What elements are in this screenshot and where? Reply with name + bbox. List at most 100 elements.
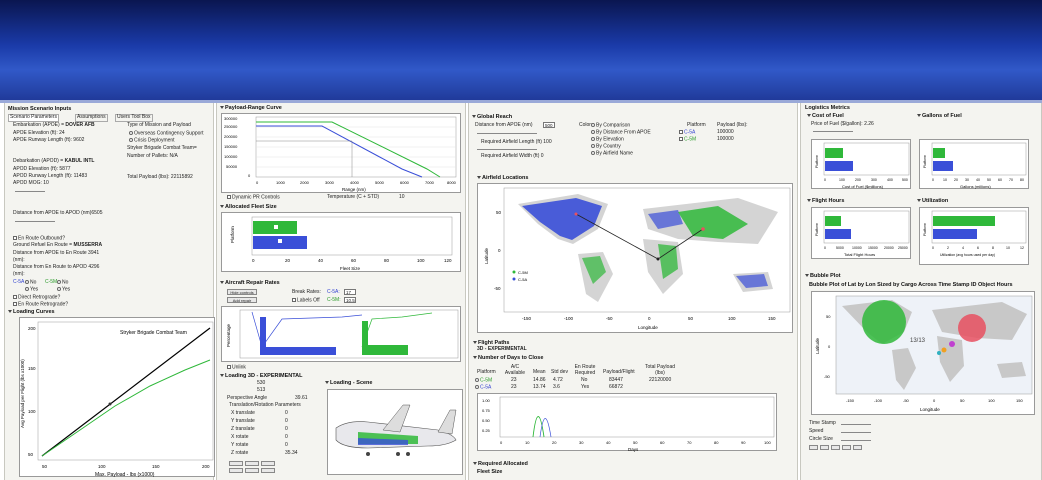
days-disclosure-icon[interactable] xyxy=(473,356,477,359)
embark-value[interactable]: DOVER AFB xyxy=(65,122,94,128)
unlink-label: Unlink xyxy=(232,364,246,371)
break-c5a-input[interactable]: 17 xyxy=(344,289,356,295)
play-button-5[interactable] xyxy=(853,445,862,450)
tab-toolbox[interactable]: Users Tool Box xyxy=(115,114,153,122)
cost-disclosure-icon[interactable] xyxy=(807,114,811,117)
dist-apoe-input[interactable]: 500 xyxy=(543,122,555,128)
enroute-marker xyxy=(656,257,660,261)
req-alloc-disclosure-icon[interactable] xyxy=(473,462,477,465)
bubble-chart[interactable]: 13/13 -150 -100 -50 0 50 100 150 Longitu… xyxy=(811,291,1035,415)
play-button-3[interactable] xyxy=(831,445,840,450)
util-disclosure-icon[interactable] xyxy=(917,199,921,202)
dist-apoe-slider[interactable] xyxy=(477,133,537,134)
time-stamp-slider[interactable] xyxy=(841,424,871,425)
param-x-translate-value[interactable]: 0 xyxy=(285,410,288,417)
pr-xtick-4: 4000 xyxy=(350,180,360,185)
labels-off[interactable]: Labels Off xyxy=(292,298,320,304)
repair-bar-3 xyxy=(362,321,368,355)
gallons-disclosure-icon[interactable] xyxy=(917,114,921,117)
color-opt-0[interactable]: By Comparison xyxy=(591,123,630,129)
color-opt-1[interactable]: By Distance From APOE xyxy=(591,130,651,136)
tab-scenario[interactable]: Scenario Parameters xyxy=(8,114,59,122)
pr-disclosure-icon[interactable] xyxy=(220,106,224,109)
enret-check[interactable]: En Route Retrograde? xyxy=(13,302,68,308)
color-opt-2[interactable]: By Elevation xyxy=(591,137,624,143)
refuel-value[interactable]: MUSSERRA xyxy=(73,242,102,248)
view-button-4[interactable] xyxy=(229,468,243,473)
param-z-translate-value[interactable]: 0 xyxy=(285,426,288,433)
airfield-disclosure-icon[interactable] xyxy=(477,176,481,179)
bubble-disclosure-icon[interactable] xyxy=(805,274,809,277)
direct-check[interactable]: Direct Retrograde? xyxy=(13,295,60,301)
scene-disclosure-icon[interactable] xyxy=(325,381,329,384)
c5m-no[interactable]: No xyxy=(57,280,68,286)
color-opt-3[interactable]: By Country xyxy=(591,144,621,150)
c5a-no[interactable]: No xyxy=(25,280,36,286)
color-opt-4[interactable]: By Airfield Name xyxy=(591,151,633,157)
view-button-1[interactable] xyxy=(229,461,243,466)
view-button-6[interactable] xyxy=(261,468,275,473)
scene-viewport[interactable] xyxy=(327,389,463,475)
plat2-row[interactable]: C-5M xyxy=(679,137,696,143)
bubble-ytick-2: -50 xyxy=(824,374,831,379)
hours-disclosure-icon[interactable] xyxy=(807,199,811,202)
view-button-3[interactable] xyxy=(261,461,275,466)
bubble-xlabel: Longitude xyxy=(920,407,940,412)
speed-slider[interactable] xyxy=(841,432,871,433)
view-button-2[interactable] xyxy=(245,461,259,466)
opt-crisis[interactable]: Crisis Deployment xyxy=(129,138,175,144)
play-button-2[interactable] xyxy=(820,445,829,450)
price-slider[interactable] xyxy=(813,131,853,132)
days-title: Number of Days to Close xyxy=(473,355,543,361)
dyn-controls[interactable]: Dynamic PR Controls xyxy=(227,195,280,201)
break-label: Break Rates: xyxy=(292,289,321,295)
req-length-slider[interactable] xyxy=(477,149,537,150)
cost-title-text: Cost of Fuel xyxy=(812,113,844,119)
param-z-rotate-value[interactable]: 35.34 xyxy=(285,450,298,457)
days-chart: 1.00 0.75 0.50 0.25 0 10 20 30 40 50 60 … xyxy=(477,393,777,452)
bubble-ytick-1: 0 xyxy=(828,344,831,349)
row-c5a-platform[interactable]: C-5A xyxy=(475,385,491,391)
d2-row: Distance from En Route to APOD 4296 xyxy=(13,264,99,271)
hours-xtick-1: 5000 xyxy=(836,246,844,250)
param-z-rotate-label: Z rotate xyxy=(231,450,249,456)
flight-disclosure-icon[interactable] xyxy=(473,341,477,344)
enroute-check[interactable]: En Route Outbound? xyxy=(13,236,65,242)
row-c5m-platform[interactable]: C-5M xyxy=(475,378,492,384)
param-y-rotate-value[interactable]: 0 xyxy=(285,442,288,449)
param-x-rotate-value[interactable]: 0 xyxy=(285,434,288,441)
fleet-disclosure-icon[interactable] xyxy=(220,205,224,208)
hours-xtick-3: 15000 xyxy=(868,246,878,250)
gallons-title: Gallons of Fuel xyxy=(917,113,962,119)
view-button-5[interactable] xyxy=(245,468,259,473)
temp-value[interactable]: 10 xyxy=(399,194,405,201)
c5m-yes[interactable]: Yes xyxy=(57,287,70,293)
param-y-rotate: Y rotate xyxy=(231,442,248,449)
tab-assumptions[interactable]: Assumptions xyxy=(75,114,108,122)
opt-overseas[interactable]: Overseas Contingency Support xyxy=(129,131,203,137)
mog-slider[interactable] xyxy=(15,191,45,192)
fleet-xtick-2: 40 xyxy=(318,258,324,263)
hide-controls-button[interactable]: Hide controls xyxy=(227,289,257,295)
play-button-1[interactable] xyxy=(809,445,818,450)
add-repair-button[interactable]: Add repair xyxy=(227,297,257,303)
airfield-map[interactable]: C-5M C-5A -150 -100 -50 0 50 100 150 Lon… xyxy=(477,183,793,333)
plat1-row[interactable]: C-5A xyxy=(679,130,695,136)
platform-header: Platform xyxy=(687,122,706,128)
plat1-value[interactable]: 100000 xyxy=(717,129,734,136)
distance-slider[interactable] xyxy=(15,221,55,222)
break-c5m-input[interactable]: 10.5 xyxy=(344,297,356,303)
plat2-value[interactable]: 100000 xyxy=(717,136,734,143)
c5a-yes[interactable]: Yes xyxy=(25,287,38,293)
play-button-4[interactable] xyxy=(842,445,851,450)
unlink-check[interactable]: Unlink xyxy=(227,365,246,371)
load3d-disclosure-icon[interactable] xyxy=(220,374,224,377)
repair-disclosure-icon[interactable] xyxy=(220,281,224,284)
disclosure-icon[interactable] xyxy=(8,310,12,313)
curves-title-text: Loading Curves xyxy=(13,309,55,315)
circle-size-slider[interactable] xyxy=(841,440,871,441)
debark-value[interactable]: KABUL INTL xyxy=(65,158,95,164)
global-title-text: Global Reach xyxy=(477,114,513,120)
param-y-translate-value[interactable]: 0 xyxy=(285,418,288,425)
global-disclosure-icon[interactable] xyxy=(472,115,476,118)
